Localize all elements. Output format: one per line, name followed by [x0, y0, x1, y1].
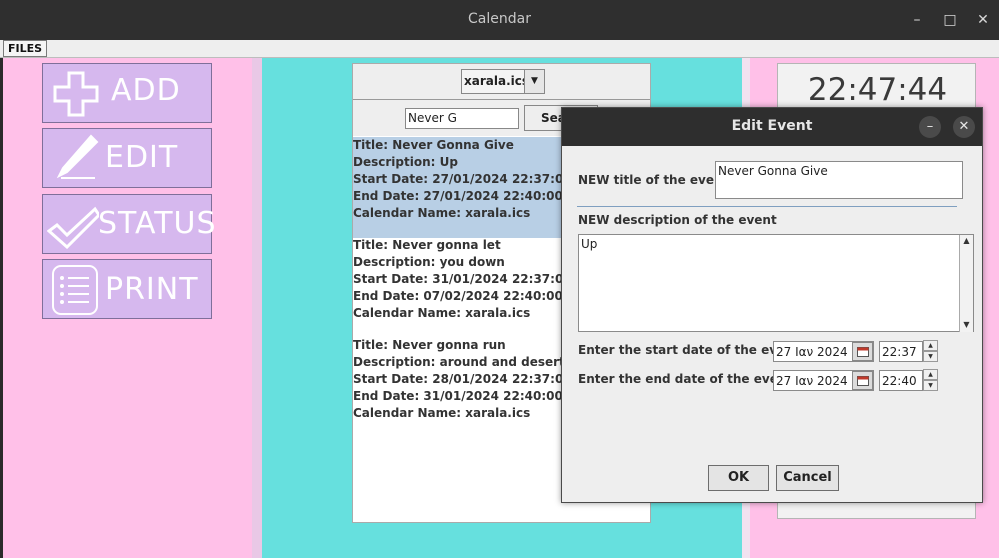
description-textarea[interactable]: Up ▲ ▼	[578, 234, 974, 332]
spinner-down-icon[interactable]: ▼	[923, 380, 938, 391]
end-date-picker-button[interactable]	[852, 371, 873, 390]
add-button-label: ADD	[111, 73, 181, 108]
menu-files[interactable]: FILES	[3, 40, 48, 57]
title-input-value: Never Gonna Give	[718, 164, 828, 178]
start-time-value: 22:37	[882, 345, 917, 359]
start-date-value: 27 Ιαν 2024	[776, 345, 848, 359]
dialog-titlebar: Edit Event – ✕	[562, 108, 982, 146]
status-button-label: STATUS	[98, 206, 217, 241]
close-icon[interactable]: ✕	[975, 12, 991, 28]
calendar-select[interactable]: xarala.ics ▼	[461, 69, 545, 94]
end-date-value: 27 Ιαν 2024	[776, 374, 848, 388]
scroll-down-icon[interactable]: ▼	[960, 319, 973, 331]
close-icon[interactable]: ✕	[953, 116, 975, 138]
description-scrollbar[interactable]: ▲ ▼	[959, 235, 973, 332]
scroll-up-icon[interactable]: ▲	[960, 235, 973, 247]
clock-time: 22:47:44	[807, 72, 948, 108]
end-time-value: 22:40	[882, 374, 917, 388]
start-time-spinner[interactable]: ▲ ▼	[923, 340, 938, 363]
title-label: NEW title of the event	[578, 173, 729, 187]
plus-icon	[53, 71, 99, 117]
end-time-field[interactable]: 22:40	[879, 370, 923, 391]
start-time-field[interactable]: 22:37	[879, 341, 923, 362]
list-icon	[52, 265, 98, 315]
spinner-up-icon[interactable]: ▲	[923, 340, 938, 351]
ok-button[interactable]: OK	[708, 465, 769, 491]
menu-bar: FILES	[0, 40, 999, 58]
checkmark-icon	[47, 206, 99, 249]
description-value: Up	[581, 237, 598, 251]
calendar-icon	[857, 376, 869, 386]
title-input[interactable]: Never Gonna Give	[715, 161, 963, 199]
start-date-picker-button[interactable]	[852, 342, 873, 361]
minimize-icon[interactable]: –	[909, 12, 925, 28]
separator	[577, 206, 957, 207]
spinner-down-icon[interactable]: ▼	[923, 351, 938, 362]
edit-button[interactable]: EDIT	[42, 128, 212, 188]
start-date-label: Enter the start date of the event	[578, 343, 800, 357]
end-date-label: Enter the end date of the event	[578, 372, 793, 386]
print-button[interactable]: PRINT	[42, 259, 212, 319]
print-button-label: PRINT	[105, 272, 199, 307]
edit-button-label: EDIT	[105, 140, 179, 175]
minimize-icon[interactable]: –	[919, 116, 941, 138]
end-time-spinner[interactable]: ▲ ▼	[923, 369, 938, 392]
chevron-down-icon[interactable]: ▼	[524, 70, 544, 93]
spinner-up-icon[interactable]: ▲	[923, 369, 938, 380]
panel-divider	[252, 58, 262, 558]
description-label: NEW description of the event	[578, 213, 777, 227]
window-title: Calendar	[468, 11, 531, 27]
calendar-icon	[857, 347, 869, 357]
cancel-button[interactable]: Cancel	[776, 465, 839, 491]
calendar-select-value: xarala.ics	[464, 74, 529, 88]
maximize-icon[interactable]: □	[942, 12, 958, 28]
calendar-select-area: xarala.ics ▼	[353, 64, 650, 100]
edit-event-dialog: Edit Event – ✕ NEW title of the event Ne…	[561, 107, 983, 503]
status-button[interactable]: STATUS	[42, 194, 216, 254]
search-input[interactable]: Never G	[405, 108, 519, 129]
pencil-icon	[56, 134, 99, 179]
window-titlebar: Calendar – □ ✕	[0, 0, 999, 40]
add-button[interactable]: ADD	[42, 63, 212, 123]
